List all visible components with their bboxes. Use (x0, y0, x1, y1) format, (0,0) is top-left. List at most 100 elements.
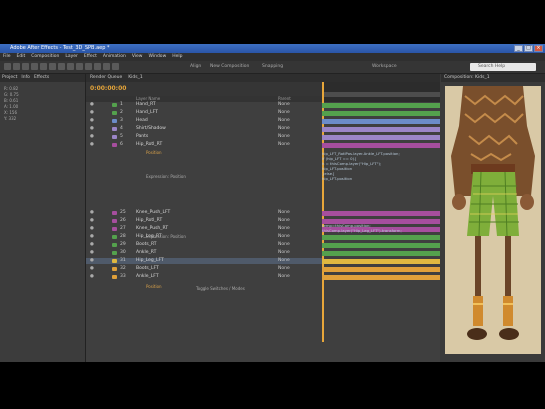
mask-tool-icon[interactable] (58, 63, 65, 70)
layer-name[interactable]: Hip_Rotl_RT (136, 218, 162, 224)
work-area-bar[interactable] (324, 92, 440, 97)
layer-duration-bar[interactable] (322, 258, 440, 264)
camera-tool-icon[interactable] (40, 63, 47, 70)
layer-row[interactable]: ● 5 Pants None (86, 134, 322, 140)
layer-name[interactable]: Ankle_LFT (136, 274, 159, 280)
snapping-label[interactable]: Snapping (262, 64, 283, 69)
parent-dropdown[interactable]: None (278, 250, 290, 256)
expression-line[interactable]: thisComp.layer("Hip_Leg_LFT").transform; (322, 228, 402, 234)
parent-dropdown[interactable]: None (278, 142, 290, 148)
label-color-swatch[interactable] (112, 227, 117, 231)
col-layer-name[interactable]: Layer Name (136, 96, 160, 101)
layer-row[interactable]: ● 30 Ankle_RT None (86, 250, 322, 256)
minimize-button[interactable]: _ (514, 45, 523, 52)
timecode-display[interactable]: 0:00:00:00 (90, 85, 126, 92)
time-ruler[interactable] (322, 82, 440, 342)
menu-window[interactable]: Window (149, 53, 167, 61)
label-color-swatch[interactable] (112, 103, 117, 107)
layer-row[interactable]: ● 33 Ankle_LFT None (86, 274, 322, 280)
close-button[interactable]: × (534, 45, 543, 52)
parent-dropdown[interactable]: None (278, 134, 290, 140)
visibility-eye-icon[interactable]: ● (90, 118, 94, 124)
menu-layer[interactable]: Layer (65, 53, 78, 61)
menu-file[interactable]: File (3, 53, 11, 61)
layer-name[interactable]: Hip_Leg_LFT (136, 258, 164, 264)
align-label[interactable]: Align (190, 64, 201, 69)
layer-duration-bar[interactable] (322, 242, 440, 248)
parent-dropdown[interactable]: None (278, 226, 290, 232)
tab-render-queue[interactable]: Render Queue (90, 74, 122, 82)
layer-duration-bar[interactable] (322, 210, 440, 216)
visibility-eye-icon[interactable]: ● (90, 242, 94, 248)
layer-duration-bar[interactable] (322, 118, 440, 124)
search-help-input[interactable]: Search Help (470, 63, 536, 71)
parent-dropdown[interactable]: None (278, 266, 290, 272)
layer-name[interactable]: Hand_LFT (136, 110, 158, 116)
maximize-button[interactable]: □ (524, 45, 533, 52)
layer-name[interactable]: Pants (136, 134, 148, 140)
selection-tool-icon[interactable] (4, 63, 11, 70)
new-composition-label[interactable]: New Composition (210, 64, 249, 69)
label-color-swatch[interactable] (112, 275, 117, 279)
label-color-swatch[interactable] (112, 251, 117, 255)
label-color-swatch[interactable] (112, 135, 117, 139)
visibility-eye-icon[interactable]: ● (90, 110, 94, 116)
visibility-eye-icon[interactable]: ● (90, 258, 94, 264)
label-color-swatch[interactable] (112, 143, 117, 147)
pen-tool-icon[interactable] (67, 63, 74, 70)
label-color-swatch[interactable] (112, 259, 117, 263)
layer-name[interactable]: Shirt/Shadow (136, 126, 166, 132)
layer-duration-bar[interactable] (322, 274, 440, 280)
visibility-eye-icon[interactable]: ● (90, 134, 94, 140)
menu-composition[interactable]: Composition (31, 53, 59, 61)
text-tool-icon[interactable] (76, 63, 83, 70)
layer-duration-bar[interactable] (322, 142, 440, 148)
layer-row[interactable]: ● 32 Boots_LFT None (86, 266, 322, 272)
visibility-eye-icon[interactable]: ● (90, 250, 94, 256)
visibility-eye-icon[interactable]: ● (90, 266, 94, 272)
label-color-swatch[interactable] (112, 127, 117, 131)
layer-row[interactable]: ● 25 Knee_Push_LFT None (86, 210, 322, 216)
layer-name[interactable]: Ankle_RT (136, 250, 156, 256)
layer-duration-bar[interactable] (322, 126, 440, 132)
label-color-swatch[interactable] (112, 211, 117, 215)
layer-duration-bar[interactable] (322, 110, 440, 116)
rotation-tool-icon[interactable] (31, 63, 38, 70)
visibility-eye-icon[interactable]: ● (90, 102, 94, 108)
layer-row[interactable]: ● 4 Shirt/Shadow None (86, 126, 322, 132)
position-property[interactable]: Position (146, 284, 162, 289)
parent-dropdown[interactable]: None (278, 210, 290, 216)
layer-duration-bar[interactable] (322, 234, 440, 240)
composition-viewer[interactable] (445, 86, 541, 354)
visibility-eye-icon[interactable]: ● (90, 142, 94, 148)
parent-dropdown[interactable]: None (278, 118, 290, 124)
layer-name[interactable]: Boots_LFT (136, 266, 159, 272)
clone-tool-icon[interactable] (94, 63, 101, 70)
expression-line[interactable]: hip_LFT.position (322, 176, 352, 182)
layer-duration-bar[interactable] (322, 266, 440, 272)
layer-duration-bar[interactable] (322, 102, 440, 108)
menu-animation[interactable]: Animation (103, 53, 126, 61)
layer-row[interactable]: ● 6 Hip_Rotl_RT None (86, 142, 322, 148)
layer-row[interactable]: ● 28 Hip_Leg_RT None (86, 234, 322, 240)
parent-dropdown[interactable]: None (278, 242, 290, 248)
parent-dropdown[interactable]: None (278, 234, 290, 240)
layer-name[interactable]: Knee_Push_LFT (136, 210, 170, 216)
label-color-swatch[interactable] (112, 219, 117, 223)
layer-row[interactable]: ● 27 Knee_Push_RT None (86, 226, 322, 232)
parent-dropdown[interactable]: None (278, 258, 290, 264)
layer-name[interactable]: Hip_Rotl_RT (136, 142, 162, 148)
layer-name[interactable]: Hand_RT (136, 102, 156, 108)
pan-behind-tool-icon[interactable] (49, 63, 56, 70)
label-color-swatch[interactable] (112, 111, 117, 115)
workspace-label[interactable]: Workspace (372, 64, 397, 69)
visibility-eye-icon[interactable]: ● (90, 226, 94, 232)
layer-name[interactable]: Boots_RT (136, 242, 157, 248)
visibility-eye-icon[interactable]: ● (90, 210, 94, 216)
layer-row[interactable]: ● 29 Boots_RT None (86, 242, 322, 248)
parent-dropdown[interactable]: None (278, 274, 290, 280)
toggle-switches-modes[interactable]: Toggle Switches / Modes (196, 286, 245, 291)
eraser-tool-icon[interactable] (103, 63, 110, 70)
layer-name[interactable]: Knee_Push_RT (136, 226, 168, 232)
zoom-tool-icon[interactable] (22, 63, 29, 70)
